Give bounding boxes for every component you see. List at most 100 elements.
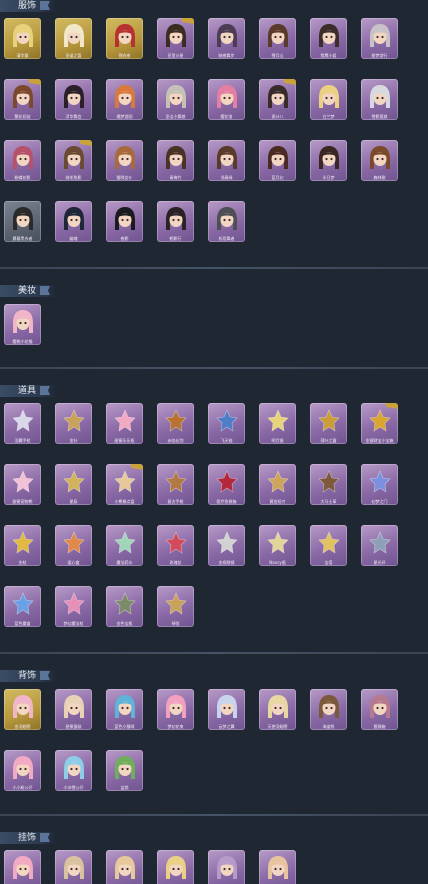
item-tile[interactable]: 玫瑰花: [157, 525, 194, 566]
item-tile[interactable]: 诡计八: [259, 79, 296, 120]
item-tile[interactable]: 荷叶之露: [310, 403, 347, 444]
item-tile[interactable]: 蔷薇箱: [361, 689, 398, 730]
item-tile[interactable]: 蓝月幻: [259, 140, 296, 181]
item-tile[interactable]: 半日梦: [310, 140, 347, 181]
item-tile[interactable]: [208, 850, 245, 884]
section-divider: [0, 367, 428, 369]
hang-icon: [63, 856, 84, 879]
item-tile[interactable]: 祈愿舞者: [208, 201, 245, 242]
item-tile[interactable]: 森林歌: [361, 140, 398, 181]
item-tile[interactable]: 圣诞之喜: [55, 18, 92, 59]
item-tile[interactable]: 复古手枪: [157, 464, 194, 505]
item-tile[interactable]: 盆栽: [106, 750, 143, 791]
item-label: 梦幻花束: [167, 724, 184, 729]
item-tile[interactable]: 橘梦游园: [106, 79, 143, 120]
item-tile[interactable]: 星辰: [55, 464, 92, 505]
item-tile[interactable]: 甜蜜宠物熊: [4, 464, 41, 505]
prop-icon: [62, 409, 85, 432]
item-tile[interactable]: 黄金短刃: [259, 464, 296, 505]
costume-icon: [12, 207, 33, 230]
item-tile[interactable]: [4, 850, 41, 884]
item-tile[interactable]: 夜影: [106, 201, 143, 242]
item-label: 甜梦游行: [371, 53, 388, 58]
item-tile[interactable]: 金色宝瓶: [106, 586, 143, 627]
item-label: 金羽翅膀: [14, 724, 31, 729]
item-tile[interactable]: [259, 850, 296, 884]
item-tile[interactable]: 青梅竹: [157, 140, 194, 181]
item-label: 鹤影行: [169, 236, 182, 241]
item-tile[interactable]: 鹤影行: [157, 201, 194, 242]
item-tile[interactable]: 猎鹰小姐: [310, 18, 347, 59]
item-tile[interactable]: 浅春绿: [208, 140, 245, 181]
item-tile[interactable]: 小小粉公仔: [4, 750, 41, 791]
item-label: 金针: [69, 438, 78, 443]
item-tile[interactable]: 圣洁小舞娘: [157, 79, 194, 120]
costume-icon: [369, 24, 390, 47]
item-tile[interactable]: 赤焰长剑: [157, 403, 194, 444]
item-tile[interactable]: 樱花洛: [208, 79, 245, 120]
item-tile[interactable]: 梦幻花束: [157, 689, 194, 730]
item-tile[interactable]: 星光环: [361, 525, 398, 566]
item-tile[interactable]: 幻梦之门: [361, 464, 398, 505]
item-tile[interactable]: 明月镜: [259, 403, 296, 444]
item-tile[interactable]: 樱桃小花猫: [4, 304, 41, 345]
item-tile[interactable]: 浮华舞会: [55, 79, 92, 120]
item-label: 半日梦: [322, 175, 335, 180]
prop-icon: [317, 470, 340, 493]
item-tile[interactable]: 爱心盒: [55, 525, 92, 566]
item-tile[interactable]: 飞天链: [208, 403, 245, 444]
item-tile[interactable]: 大马士革: [310, 464, 347, 505]
item-tile[interactable]: 雪影狐娘: [361, 79, 398, 120]
prop-icon: [62, 592, 85, 615]
item-label: 小熊餐点盘: [114, 499, 135, 504]
item-tile[interactable]: 白兰梦: [310, 79, 347, 120]
item-tile[interactable]: 雪月山: [259, 18, 296, 59]
item-tile[interactable]: [55, 850, 92, 884]
item-label: 黄金短刃: [269, 499, 286, 504]
item-tile[interactable]: 粉蝶花影: [4, 140, 41, 181]
item-tile[interactable]: 宝塔: [310, 525, 347, 566]
item-tile[interactable]: [157, 850, 194, 884]
section-divider: [0, 652, 428, 654]
item-tile[interactable]: 小熊餐点盘: [106, 464, 143, 505]
item-tile[interactable]: 蓝色小猫咪: [106, 689, 143, 730]
item-tile[interactable]: 暗夜舞步: [208, 18, 245, 59]
item-label: 海盗帆: [322, 724, 335, 729]
item-tile[interactable]: 繁花初绽: [4, 79, 41, 120]
item-tile[interactable]: 甜梦游行: [361, 18, 398, 59]
prop-icon: [215, 409, 238, 432]
item-tile[interactable]: 金针: [55, 403, 92, 444]
item-tile[interactable]: 海盗帆: [310, 689, 347, 730]
item-tile[interactable]: 晨暮黑衣者: [4, 201, 41, 242]
item-tile[interactable]: 云梦之翼: [208, 689, 245, 730]
costume-icon: [63, 207, 84, 230]
item-tile[interactable]: 梦幻魔法杖: [55, 586, 92, 627]
item-tile[interactable]: 幽魂: [55, 201, 92, 242]
item-tile[interactable]: 金羽翅膀: [4, 689, 41, 730]
item-tile[interactable]: [106, 850, 143, 884]
item-label: 金框眼镜: [218, 560, 235, 565]
item-tile[interactable]: 小冰雪公仔: [55, 750, 92, 791]
item-tile[interactable]: 医疗急救箱: [208, 464, 245, 505]
item-tile[interactable]: 魔法药水: [106, 525, 143, 566]
item-tile[interactable]: 天使羽翅膀: [259, 689, 296, 730]
item-tile[interactable]: 清华黛: [4, 18, 41, 59]
item-tile[interactable]: 甜蜜乐乐瓶: [106, 403, 143, 444]
item-tile[interactable]: 蓝色魔盒: [4, 586, 41, 627]
item-tile[interactable]: 锦衣夜: [106, 18, 143, 59]
item-label: 荷叶之露: [320, 438, 337, 443]
item-tile[interactable]: 羽翼手杖: [4, 403, 41, 444]
costume-icon: [165, 85, 186, 108]
prop-icon: [164, 470, 187, 493]
item-tile[interactable]: 亚里沙星: [157, 18, 194, 59]
item-tile[interactable]: 金杖: [4, 525, 41, 566]
section-header: 挂饰: [0, 832, 60, 844]
item-tile[interactable]: 猫咪女仆: [106, 140, 143, 181]
item-tile[interactable]: 绒毛兔影: [55, 140, 92, 181]
item-tile[interactable]: 甜蜜蛋糕: [55, 689, 92, 730]
item-tile[interactable]: 琴弦: [157, 586, 194, 627]
item-label: 圣诞之喜: [65, 53, 82, 58]
item-tile[interactable]: 金银财宝小宝箱: [361, 403, 398, 444]
item-tile[interactable]: 金框眼镜: [208, 525, 245, 566]
item-tile[interactable]: Nancy瓶: [259, 525, 296, 566]
